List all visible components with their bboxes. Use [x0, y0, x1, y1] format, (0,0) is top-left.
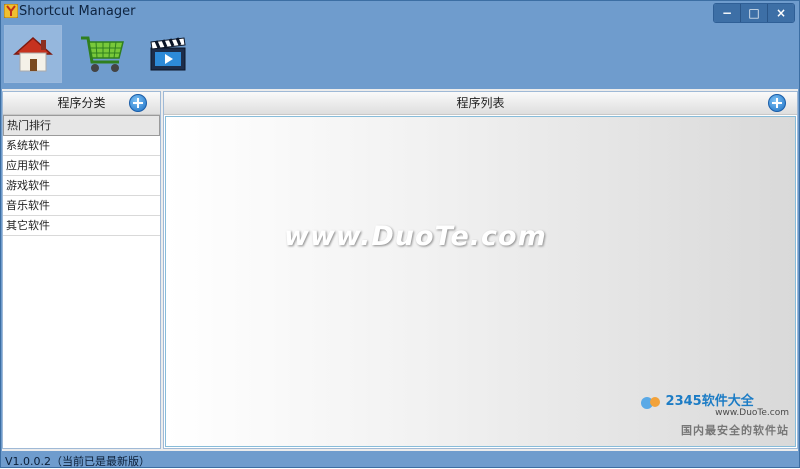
- window-title: Shortcut Manager: [19, 4, 136, 19]
- app-logo-icon: [4, 4, 18, 18]
- home-button[interactable]: [4, 25, 62, 83]
- app-window: Shortcut Manager − □ × 程序分类 热门排行 系统软件 应用…: [0, 0, 800, 468]
- watermark-slogan: 国内最安全的软件站: [681, 424, 789, 437]
- category-item-music[interactable]: 音乐软件: [3, 196, 160, 216]
- category-panel-title: 程序分类: [57, 96, 106, 110]
- media-button[interactable]: [139, 25, 197, 83]
- watermark-2345: 2345软件大全 www.DuoTe.com 国内最安全的软件站: [639, 390, 789, 440]
- watermark-brand: 2345软件大全: [639, 390, 789, 410]
- status-bar: V1.0.0.2（当前已是最新版）: [1, 452, 799, 468]
- category-item-hot[interactable]: 热门排行: [3, 115, 160, 136]
- category-item-other[interactable]: 其它软件: [3, 216, 160, 236]
- minimize-button[interactable]: −: [714, 4, 740, 22]
- store-button[interactable]: [74, 25, 132, 83]
- add-category-button[interactable]: [129, 94, 147, 112]
- close-button[interactable]: ×: [767, 4, 794, 22]
- add-program-button[interactable]: [768, 94, 786, 112]
- toolbar: [1, 23, 799, 87]
- category-item-applications[interactable]: 应用软件: [3, 156, 160, 176]
- home-icon: [13, 36, 53, 72]
- category-panel-header: 程序分类: [3, 92, 160, 115]
- shopping-cart-icon: [81, 36, 124, 72]
- program-panel: 程序列表 www.DuoTe.com 2345软件大全 www.DuoTe.co…: [163, 91, 798, 449]
- program-list[interactable]: www.DuoTe.com 2345软件大全 www.DuoTe.com 国内最…: [165, 116, 796, 447]
- category-item-games[interactable]: 游戏软件: [3, 176, 160, 196]
- main-content: 程序分类 热门排行 系统软件 应用软件 游戏软件 音乐软件 其它软件 程序列表 …: [2, 89, 798, 451]
- film-clapper-icon: [150, 37, 186, 71]
- watermark-brand-text: 2345软件大全: [665, 394, 754, 409]
- version-status: V1.0.0.2（当前已是最新版）: [5, 455, 151, 468]
- program-panel-title: 程序列表: [456, 96, 505, 110]
- watermark-url: www.DuoTe.com: [715, 408, 789, 418]
- program-panel-header: 程序列表: [164, 92, 797, 115]
- category-item-system[interactable]: 系统软件: [3, 136, 160, 156]
- window-controls: − □ ×: [713, 3, 795, 23]
- category-list: 热门排行 系统软件 应用软件 游戏软件 音乐软件 其它软件: [3, 115, 160, 236]
- maximize-button[interactable]: □: [740, 4, 767, 22]
- title-bar[interactable]: Shortcut Manager − □ ×: [1, 1, 799, 23]
- watermark-duote: www.DuoTe.com: [284, 221, 547, 252]
- category-panel: 程序分类 热门排行 系统软件 应用软件 游戏软件 音乐软件 其它软件: [2, 91, 161, 449]
